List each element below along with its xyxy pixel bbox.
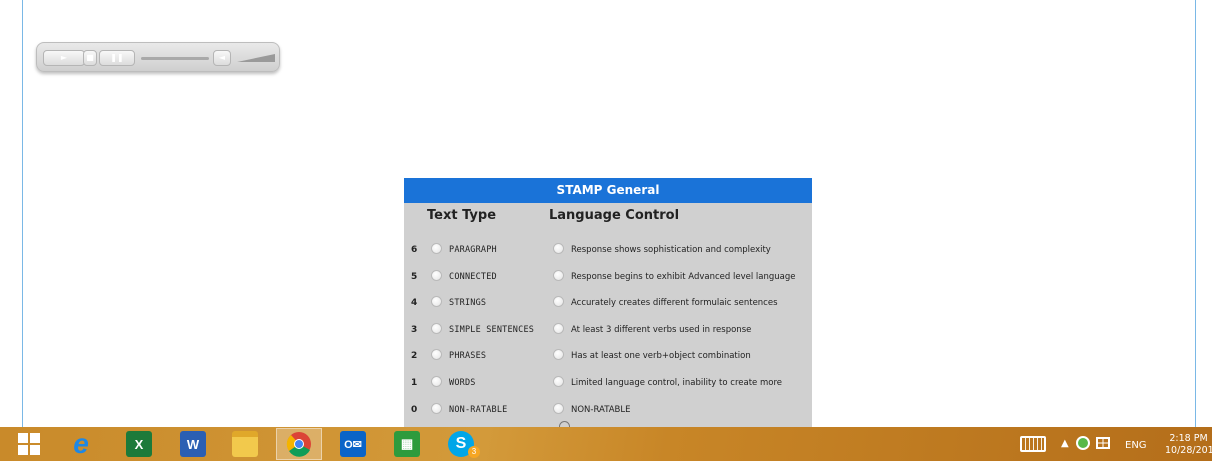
taskbar-word[interactable]: W xyxy=(170,428,216,460)
language-control-radio[interactable] xyxy=(553,322,564,334)
page-right-border xyxy=(1195,0,1196,427)
language-control-label: Accurately creates different formulaic s… xyxy=(571,298,778,309)
language-control-label: At least 3 different verbs used in respo… xyxy=(571,324,752,335)
text-type-radio[interactable] xyxy=(431,243,442,254)
language-control-label: Limited language control, inability to c… xyxy=(571,378,782,388)
language-control-label: Has at least one verb+object combination xyxy=(571,351,751,362)
touch-keyboard-icon[interactable] xyxy=(1020,436,1046,452)
taskbar-ie[interactable]: e xyxy=(58,428,104,460)
stamp-rating-panel: STAMP General Text Type Language Control… xyxy=(404,178,812,427)
windows-logo-icon xyxy=(18,433,40,455)
taskbar-outlook[interactable]: O✉ xyxy=(330,428,376,460)
taskbar-chrome[interactable] xyxy=(276,428,322,460)
show-hidden-icons-icon[interactable]: ▲ xyxy=(1061,438,1069,449)
text-type-heading: Text Type xyxy=(427,208,497,223)
clock-time: 2:18 PM xyxy=(1169,433,1208,444)
language-control-label: Response begins to exhibit Advanced leve… xyxy=(571,271,796,282)
text-type-label: NON-RATABLE xyxy=(449,404,508,415)
outlook-icon: O✉ xyxy=(340,431,366,457)
action-center-icon[interactable] xyxy=(1096,437,1110,449)
chrome-icon xyxy=(286,432,311,457)
pause-button[interactable]: ❚❚ xyxy=(99,50,135,66)
stamp-title: STAMP General xyxy=(404,178,812,203)
text-type-radio[interactable] xyxy=(431,296,442,308)
stop-button[interactable]: ■ xyxy=(83,50,97,66)
excel-icon: X xyxy=(126,431,152,457)
clock[interactable]: 2:18 PM 10/28/2015 xyxy=(1165,433,1212,457)
rating-row: 3 SIMPLE SENTENCES At least 3 different ve… xyxy=(404,318,812,344)
text-type-label: SIMPLE SENTENCES xyxy=(449,324,535,335)
language-control-radio[interactable] xyxy=(553,269,564,281)
page-left-border xyxy=(22,0,23,427)
language-control-label: Response shows sophistication and comple… xyxy=(571,245,771,255)
rating-row: 1 WORDS Limited language control, inabilit… xyxy=(404,371,812,397)
text-type-label: STRINGS xyxy=(449,298,487,309)
text-type-label: WORDS xyxy=(449,378,476,388)
browser-page: ► ■ ❚❚ ◄ STAMP General Text Type Languag… xyxy=(0,0,1212,427)
rating-row: 4 STRINGS Accurately creates different for… xyxy=(404,291,812,317)
rating-number: 3 xyxy=(411,324,418,335)
folder-icon xyxy=(232,431,258,457)
rating-number: 2 xyxy=(411,351,418,362)
start-button[interactable] xyxy=(6,428,52,460)
rating-number: 1 xyxy=(411,378,418,388)
text-type-radio[interactable] xyxy=(431,376,442,387)
seek-slider[interactable] xyxy=(141,57,209,60)
rating-row: 0 NON-RATABLE NON-RATABLE xyxy=(404,398,812,424)
skype-badge: 3 xyxy=(468,446,480,458)
rating-row: 5 CONNECTED Response begins to exhibit Adv… xyxy=(404,265,812,291)
language-control-radio[interactable] xyxy=(553,296,564,308)
language-control-radio[interactable] xyxy=(553,402,564,414)
text-type-radio[interactable] xyxy=(431,402,442,414)
language-control-radio[interactable] xyxy=(553,376,564,387)
text-type-label: CONNECTED xyxy=(449,271,497,282)
network-icon[interactable] xyxy=(1076,436,1090,450)
audio-player: ► ■ ❚❚ ◄ xyxy=(36,42,280,72)
text-type-label: PHRASES xyxy=(449,351,487,362)
taskbar-file-explorer[interactable] xyxy=(222,428,268,460)
text-type-radio[interactable] xyxy=(431,349,442,361)
language-indicator[interactable]: ENG xyxy=(1125,440,1147,451)
volume-icon[interactable]: ◄ xyxy=(213,50,231,66)
rating-row: 6 PARAGRAPH Response shows sophistication … xyxy=(404,238,812,264)
rating-row: 2 PHRASES Has at least one verb+object com… xyxy=(404,344,812,370)
rating-number: 5 xyxy=(411,271,418,282)
taskbar-store[interactable]: ▦ xyxy=(384,428,430,460)
word-icon: W xyxy=(180,431,206,457)
text-type-label: PARAGRAPH xyxy=(449,245,497,255)
language-control-radio[interactable] xyxy=(553,243,564,254)
store-icon: ▦ xyxy=(394,431,420,457)
language-control-radio[interactable] xyxy=(553,349,564,361)
rating-number: 4 xyxy=(411,298,418,309)
text-type-radio[interactable] xyxy=(431,322,442,334)
volume-slider[interactable] xyxy=(237,53,275,63)
play-button[interactable]: ► xyxy=(43,50,85,66)
text-type-radio[interactable] xyxy=(431,269,442,281)
language-control-heading: Language Control xyxy=(549,208,680,223)
clock-date: 10/28/2015 xyxy=(1165,445,1212,456)
rating-number: 6 xyxy=(411,245,418,255)
language-control-label: NON-RATABLE xyxy=(571,404,631,415)
ie-icon: e xyxy=(73,428,89,459)
rating-number: 0 xyxy=(411,404,418,415)
taskbar-skype[interactable]: S 3 xyxy=(438,428,484,460)
taskbar-excel[interactable]: X xyxy=(116,428,162,460)
